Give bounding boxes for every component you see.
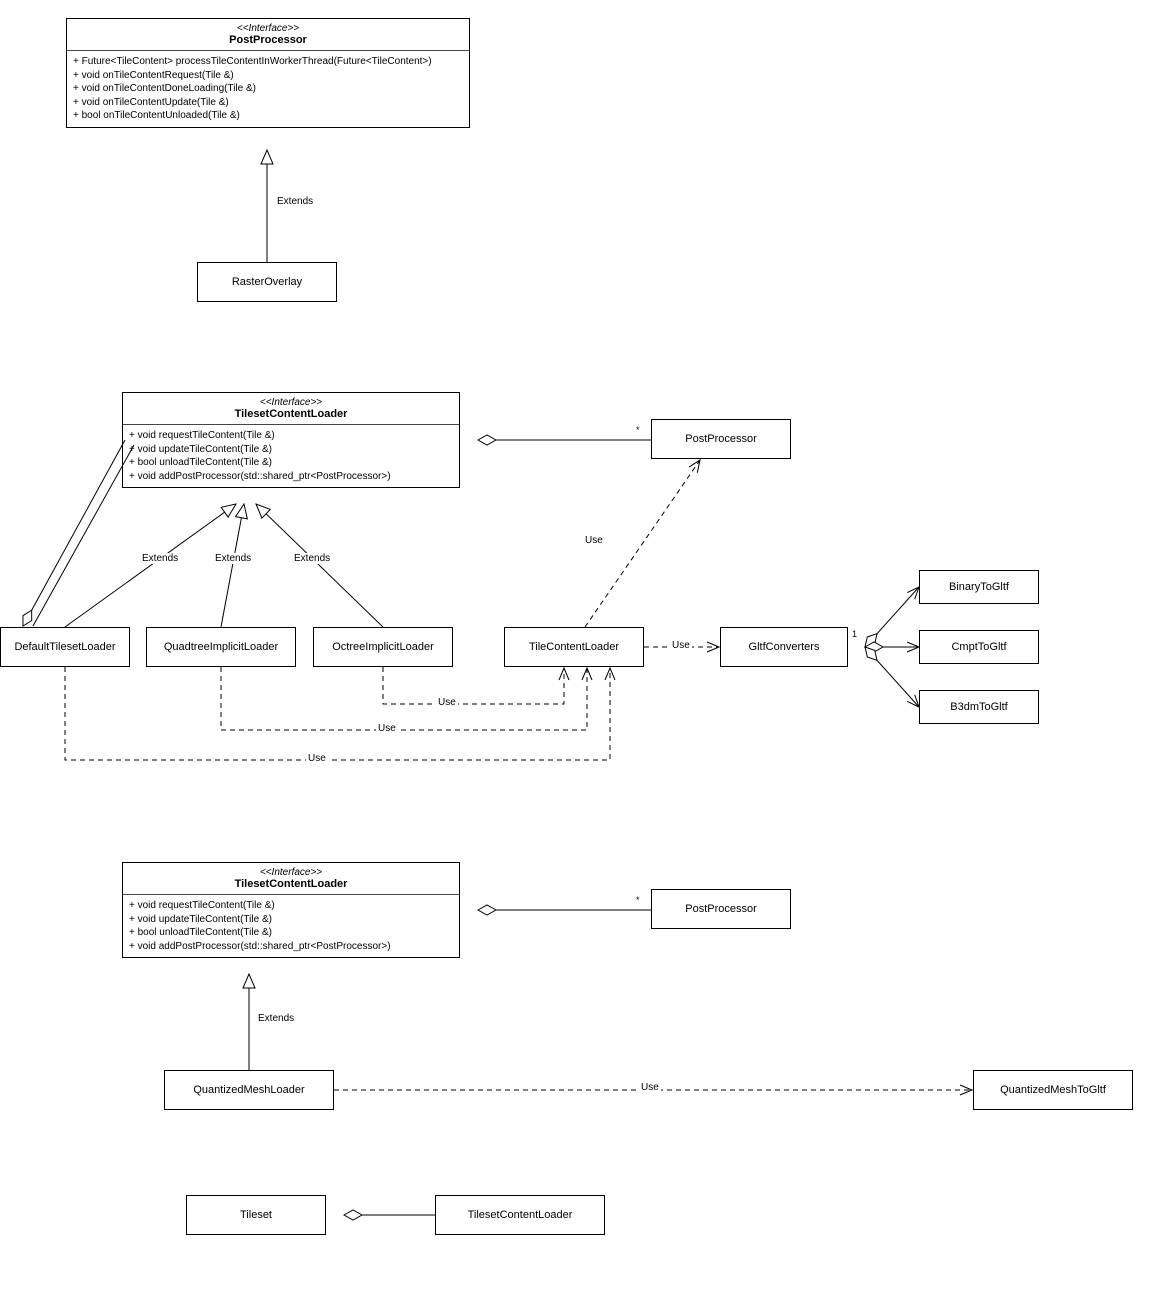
method: + void addPostProcessor(std::shared_ptr<… <box>129 940 453 954</box>
class-name: PostProcessor <box>685 433 757 445</box>
stereotype-label: <<Interface>> <box>129 867 453 878</box>
methods: + void requestTileContent(Tile &) + void… <box>123 895 459 957</box>
postprocessor-title: <<Interface>> PostProcessor <box>67 19 469 51</box>
class-name: GltfConverters <box>749 641 820 653</box>
method: + bool onTileContentUnloaded(Tile &) <box>73 109 463 123</box>
method: + void requestTileContent(Tile &) <box>129 429 453 443</box>
class-name: TilesetContentLoader <box>129 408 453 420</box>
extends-label: Extends <box>213 553 253 564</box>
stereotype-label: <<Interface>> <box>73 23 463 34</box>
cmpttogltf-class: CmptToGltf <box>919 630 1039 664</box>
b3dmtogltf-class: B3dmToGltf <box>919 690 1039 724</box>
method: + void updateTileContent(Tile &) <box>129 443 453 457</box>
use-label: Use <box>376 723 398 734</box>
class-name: BinaryToGltf <box>949 581 1009 593</box>
tilesetcontentloader-ref: TilesetContentLoader <box>435 1195 605 1235</box>
class-name: TileContentLoader <box>529 641 619 653</box>
method: + void addPostProcessor(std::shared_ptr<… <box>129 470 453 484</box>
method: + void onTileContentRequest(Tile &) <box>73 69 463 83</box>
multiplicity-star: * <box>636 425 640 435</box>
methods: + void requestTileContent(Tile &) + void… <box>123 425 459 487</box>
binarytogltf-class: BinaryToGltf <box>919 570 1039 604</box>
quadtreeimplicitloader-class: QuadtreeImplicitLoader <box>146 627 296 667</box>
class-name: QuantizedMeshLoader <box>193 1084 304 1096</box>
class-name: CmptToGltf <box>951 641 1006 653</box>
class-name: QuadtreeImplicitLoader <box>164 641 278 653</box>
title: <<Interface>> TilesetContentLoader <box>123 863 459 895</box>
class-name: Tileset <box>240 1209 272 1221</box>
class-name: QuantizedMeshToGltf <box>1000 1084 1106 1096</box>
class-name: PostProcessor <box>685 903 757 915</box>
postprocessor-interface: <<Interface>> PostProcessor + Future<Til… <box>66 18 470 128</box>
tilesetcontentloader-interface-1: <<Interface>> TilesetContentLoader + voi… <box>122 392 460 488</box>
class-name: RasterOverlay <box>232 276 302 288</box>
postprocessor-ref-1: PostProcessor <box>651 419 791 459</box>
rasteroverlay-class: RasterOverlay <box>197 262 337 302</box>
method: + void requestTileContent(Tile &) <box>129 899 453 913</box>
multiplicity-one: 1 <box>852 629 857 639</box>
method: + bool unloadTileContent(Tile &) <box>129 456 453 470</box>
octreeimplicitloader-class: OctreeImplicitLoader <box>313 627 453 667</box>
stereotype-label: <<Interface>> <box>129 397 453 408</box>
class-name: TilesetContentLoader <box>468 1209 573 1221</box>
use-label: Use <box>639 1082 661 1093</box>
method: + void updateTileContent(Tile &) <box>129 913 453 927</box>
extends-label: Extends <box>292 553 332 564</box>
use-label: Use <box>436 697 458 708</box>
quantizedmeshtogltf-class: QuantizedMeshToGltf <box>973 1070 1133 1110</box>
class-name: PostProcessor <box>73 34 463 46</box>
postprocessor-methods: + Future<TileContent> processTileContent… <box>67 51 469 127</box>
use-label: Use <box>583 535 605 546</box>
class-name: OctreeImplicitLoader <box>332 641 434 653</box>
tilesetcontentloader-interface-2: <<Interface>> TilesetContentLoader + voi… <box>122 862 460 958</box>
extends-label: Extends <box>256 1013 296 1024</box>
class-name: B3dmToGltf <box>950 701 1007 713</box>
tileset-class: Tileset <box>186 1195 326 1235</box>
method: + bool unloadTileContent(Tile &) <box>129 926 453 940</box>
postprocessor-ref-2: PostProcessor <box>651 889 791 929</box>
method: + void onTileContentUpdate(Tile &) <box>73 96 463 110</box>
tilecontentloader-class: TileContentLoader <box>504 627 644 667</box>
method: + Future<TileContent> processTileContent… <box>73 55 463 69</box>
use-label: Use <box>306 753 328 764</box>
extends-label: Extends <box>275 196 315 207</box>
class-name: DefaultTilesetLoader <box>14 641 115 653</box>
defaulttilesetloader-class: DefaultTilesetLoader <box>0 627 130 667</box>
gltfconverters-class: GltfConverters <box>720 627 848 667</box>
class-name: TilesetContentLoader <box>129 878 453 890</box>
quantizedmeshloader-class: QuantizedMeshLoader <box>164 1070 334 1110</box>
title: <<Interface>> TilesetContentLoader <box>123 393 459 425</box>
use-label: Use <box>670 640 692 651</box>
multiplicity-star: * <box>636 895 640 905</box>
extends-label: Extends <box>140 553 180 564</box>
method: + void onTileContentDoneLoading(Tile &) <box>73 82 463 96</box>
